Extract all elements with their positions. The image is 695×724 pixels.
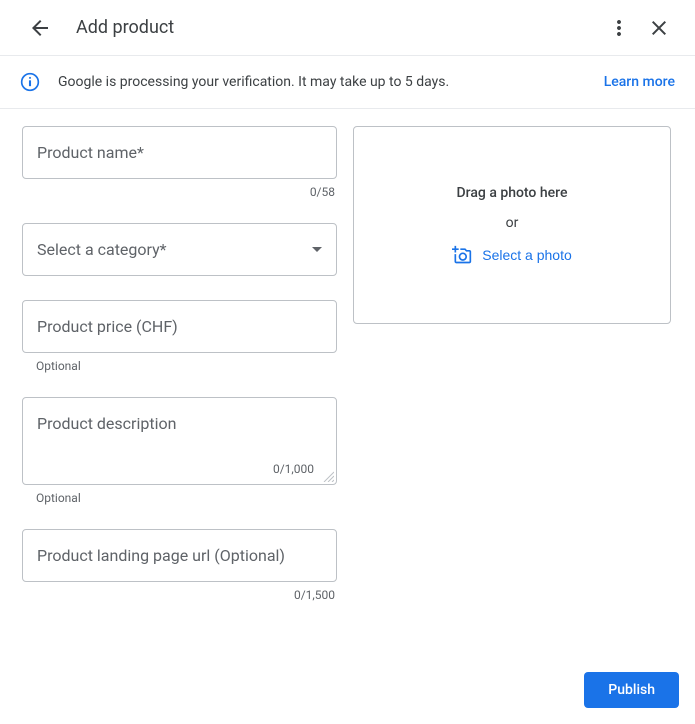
info-icon bbox=[20, 72, 40, 92]
landing-page-counter: 0/1,500 bbox=[22, 588, 335, 602]
product-name-counter: 0/58 bbox=[22, 185, 335, 199]
back-button[interactable] bbox=[20, 8, 60, 48]
photo-or-text: or bbox=[506, 215, 519, 231]
landing-page-field[interactable]: Product landing page url (Optional) bbox=[22, 529, 337, 582]
product-name-label: Product name* bbox=[37, 143, 144, 162]
price-label: Product price (CHF) bbox=[37, 317, 178, 336]
more-button[interactable] bbox=[599, 8, 639, 48]
description-label: Product description bbox=[37, 414, 322, 433]
description-group: Product description 0/1,000 Optional bbox=[22, 397, 337, 505]
landing-page-label: Product landing page url (Optional) bbox=[37, 546, 285, 565]
category-group: Select a category* bbox=[22, 223, 337, 276]
add-photo-icon bbox=[452, 245, 472, 265]
form-column: Product name* 0/58 Select a category* Pr… bbox=[22, 126, 337, 626]
resize-handle-icon bbox=[322, 470, 334, 482]
notice-text: Google is processing your verification. … bbox=[58, 74, 604, 90]
publish-button[interactable]: Publish bbox=[584, 672, 679, 708]
notice-bar: Google is processing your verification. … bbox=[0, 56, 695, 109]
page-title: Add product bbox=[76, 17, 599, 38]
photo-dropzone[interactable]: Drag a photo here or Select a photo bbox=[353, 126, 671, 324]
product-name-field[interactable]: Product name* bbox=[22, 126, 337, 179]
dropdown-icon bbox=[312, 247, 322, 252]
select-photo-button[interactable]: Select a photo bbox=[452, 245, 572, 265]
close-button[interactable] bbox=[639, 8, 679, 48]
photo-drag-text: Drag a photo here bbox=[457, 185, 568, 201]
description-field[interactable]: Product description 0/1,000 bbox=[22, 397, 337, 485]
price-field[interactable]: Product price (CHF) bbox=[22, 300, 337, 353]
header: Add product bbox=[0, 0, 695, 56]
content: Product name* 0/58 Select a category* Pr… bbox=[0, 109, 695, 643]
category-label: Select a category* bbox=[37, 240, 167, 259]
select-photo-label: Select a photo bbox=[482, 247, 572, 263]
description-helper: Optional bbox=[36, 491, 337, 505]
description-counter: 0/1,000 bbox=[273, 462, 314, 476]
product-name-group: Product name* 0/58 bbox=[22, 126, 337, 199]
close-icon bbox=[647, 16, 671, 40]
more-vert-icon bbox=[607, 16, 631, 40]
arrow-back-icon bbox=[28, 16, 52, 40]
landing-page-group: Product landing page url (Optional) 0/1,… bbox=[22, 529, 337, 602]
price-helper: Optional bbox=[36, 359, 337, 373]
price-group: Product price (CHF) Optional bbox=[22, 300, 337, 373]
photo-column: Drag a photo here or Select a photo bbox=[353, 126, 671, 626]
learn-more-link[interactable]: Learn more bbox=[604, 74, 675, 90]
category-select[interactable]: Select a category* bbox=[22, 223, 337, 276]
